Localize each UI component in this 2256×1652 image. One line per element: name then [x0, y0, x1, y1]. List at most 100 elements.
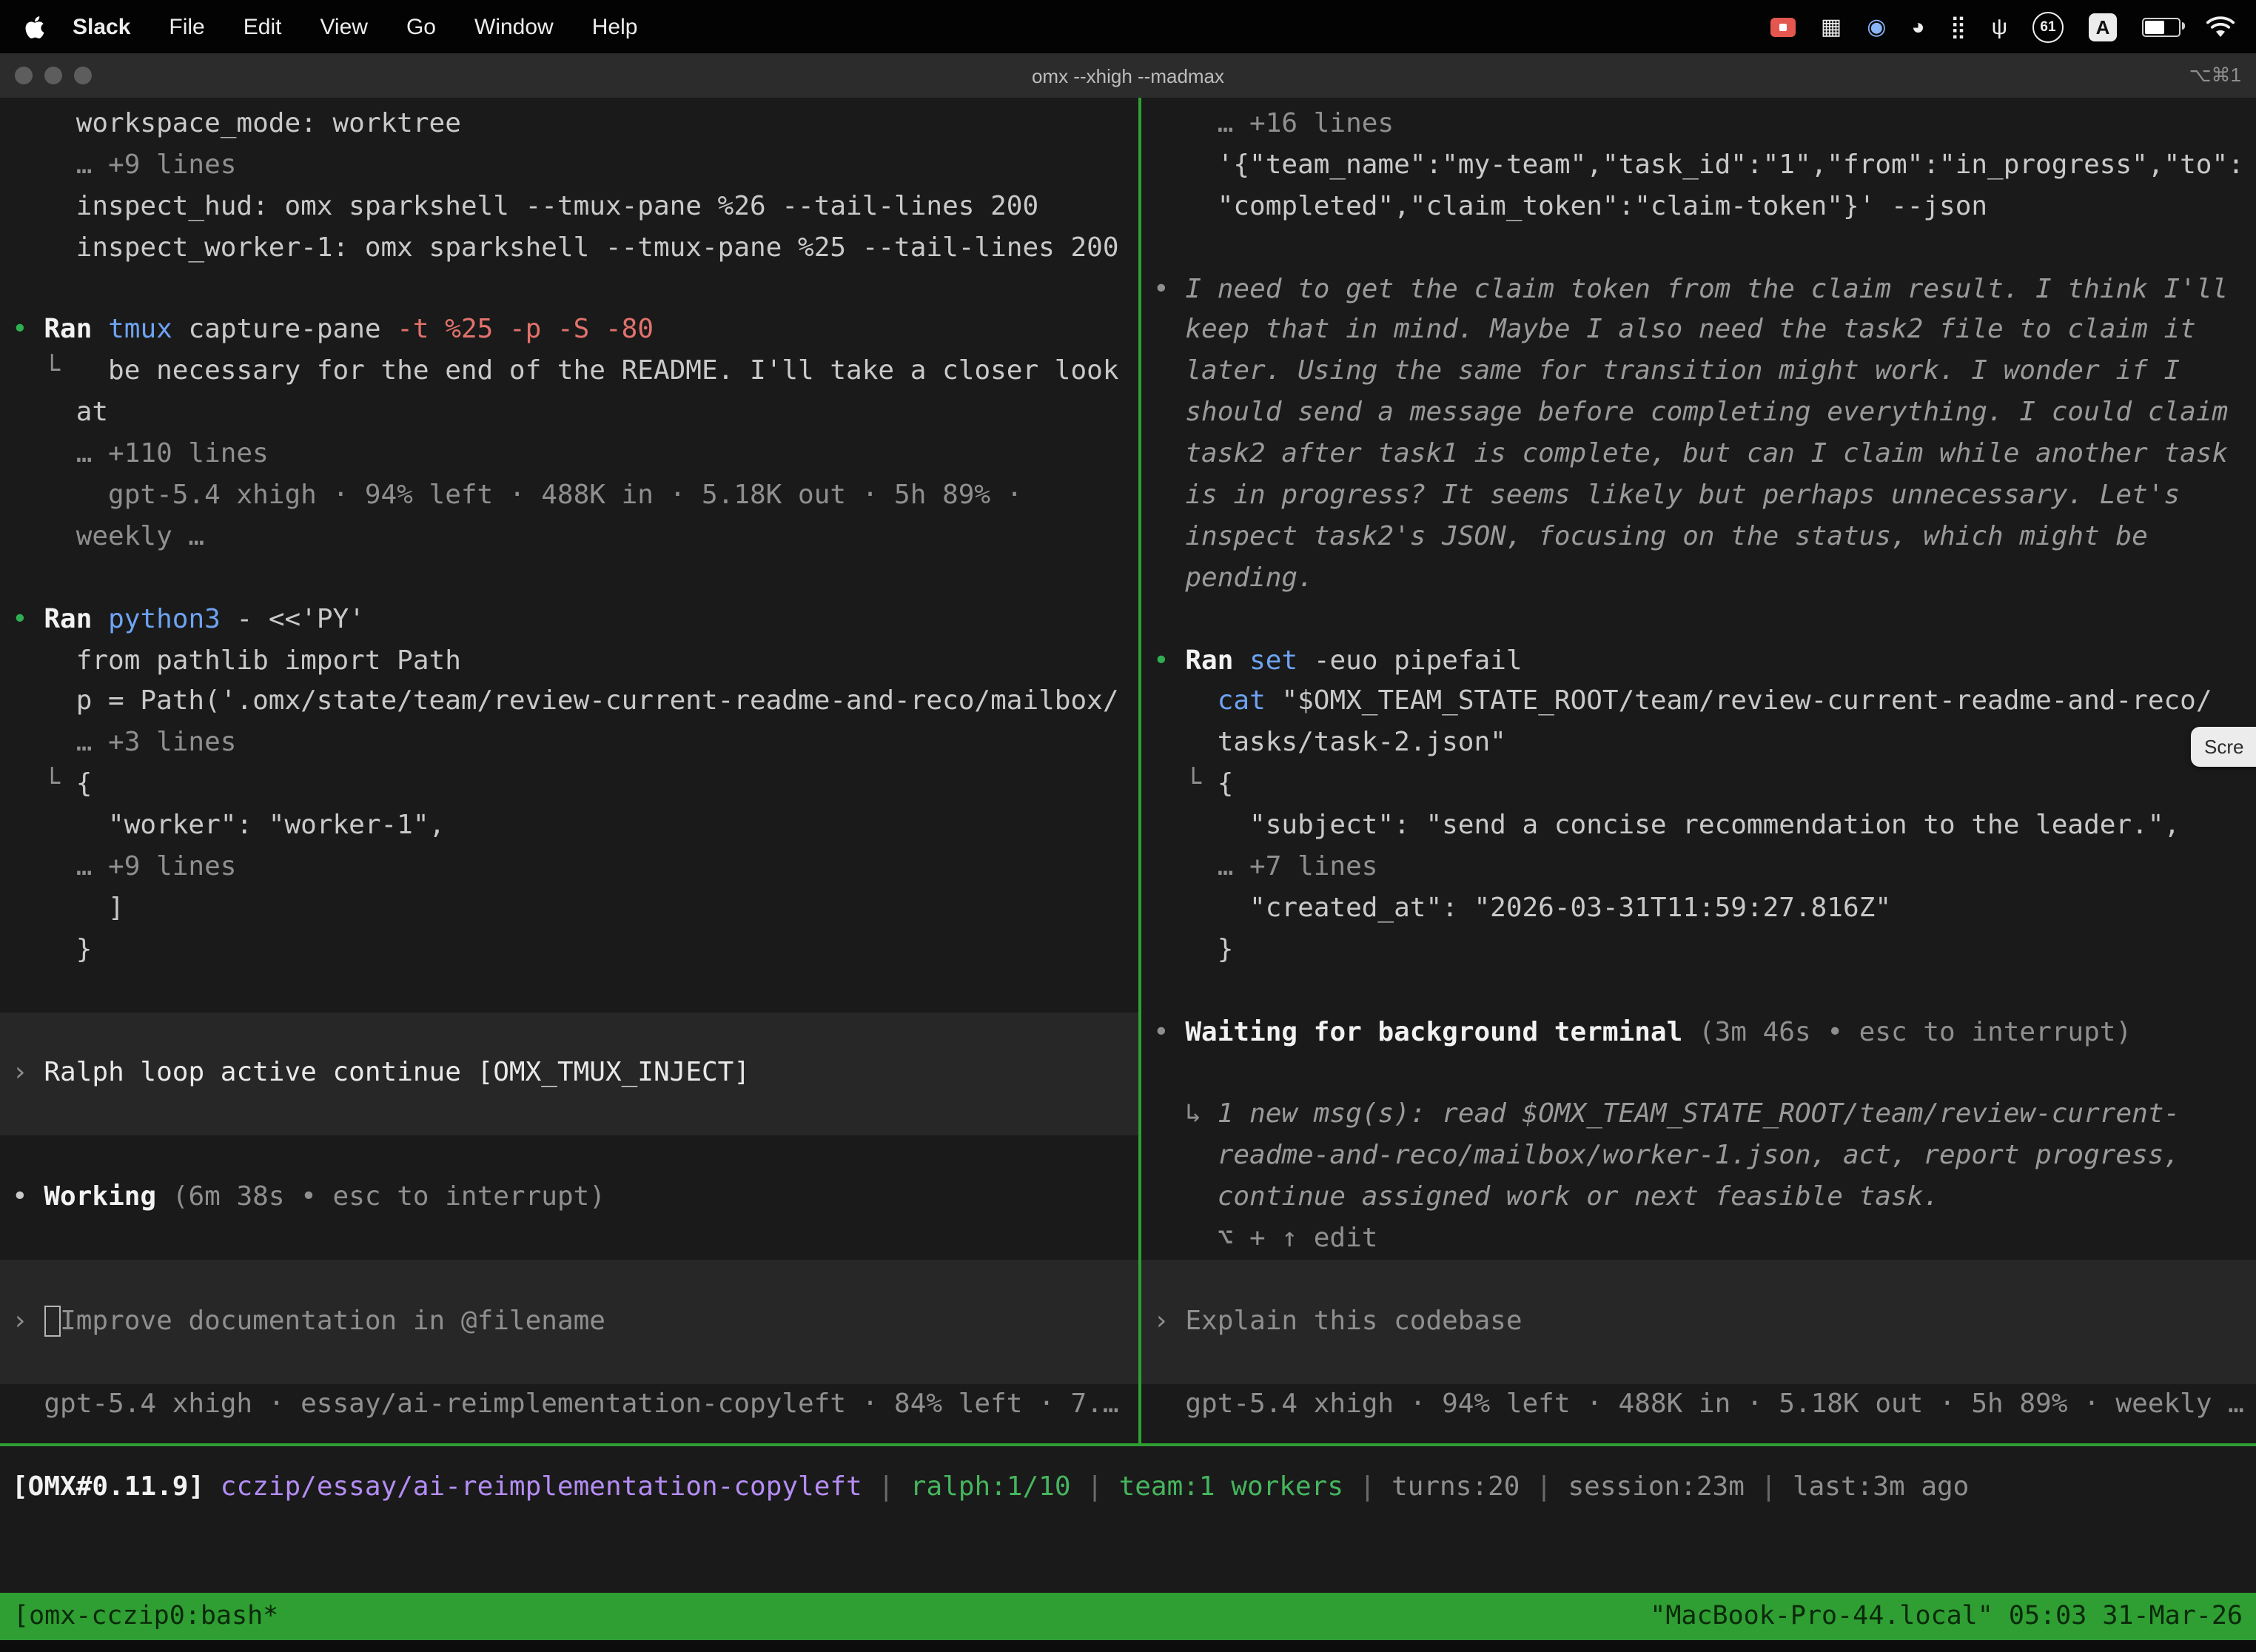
terminal-line: … +9 lines — [0, 847, 1138, 888]
tmux-host-clock: "MacBook-Pro-44.local" 05:03 31-Mar-26 — [1650, 1602, 2243, 1631]
terminal-line: inspect_worker-1: omx sparkshell --tmux-… — [0, 227, 1138, 269]
terminal-line[interactable] — [1141, 1342, 2256, 1383]
terminal-line: • Waiting for background terminal (3m 46… — [1141, 1012, 2256, 1053]
terminal-line: "worker": "worker-1", — [0, 805, 1138, 847]
tmux-session-label: [omx-cczip0:bash* — [13, 1602, 278, 1631]
menu-file[interactable]: File — [169, 14, 204, 39]
terminal-line: … +9 lines — [0, 145, 1138, 187]
menu-go[interactable]: Go — [406, 14, 436, 39]
terminal-line[interactable] — [0, 1342, 1138, 1383]
terminal-line: "completed","claim_token":"claim-token"}… — [1141, 187, 2256, 228]
terminal-line — [1141, 599, 2256, 640]
terminal-line[interactable] — [0, 1012, 1138, 1053]
traffic-lights — [15, 67, 92, 84]
terminal-line: keep that in mind. Maybe I also need the… — [1141, 310, 2256, 352]
minimize-button[interactable] — [44, 67, 62, 84]
battery-fill — [2145, 20, 2164, 33]
terminal-line: ↳ 1 new msg(s): read $OMX_TEAM_STATE_ROO… — [1141, 1095, 2256, 1136]
terminal-line: workspace_mode: worktree — [0, 104, 1138, 145]
terminal-line: from pathlib import Path — [0, 640, 1138, 682]
menu-bar-status-items: ▦ ◉ ◕ ⣿ ψ 61 A — [1770, 11, 2256, 42]
terminal-line: readme-and-reco/mailbox/worker-1.json, a… — [1141, 1136, 2256, 1178]
wifi-icon[interactable] — [2206, 16, 2235, 38]
terminal-line: └ be necessary for the end of the README… — [0, 352, 1138, 393]
terminal-line: at — [0, 392, 1138, 434]
terminal-line: • Working (6m 38s • esc to interrupt) — [0, 1177, 1138, 1218]
terminal-line: gpt-5.4 xhigh · essay/ai-reimplementatio… — [0, 1383, 1138, 1425]
terminal-content: workspace_mode: worktree … +9 lines insp… — [0, 98, 2256, 1443]
zoom-button[interactable] — [74, 67, 92, 84]
terminal-line: └ { — [1141, 765, 2256, 806]
screen-share-overlay[interactable]: Scre — [2191, 727, 2256, 767]
terminal-line — [0, 1218, 1138, 1260]
terminal-line[interactable] — [0, 1260, 1138, 1301]
terminal-line: pending. — [1141, 558, 2256, 600]
terminal-line: └ { — [0, 765, 1138, 806]
battery-icon[interactable] — [2142, 17, 2181, 36]
menu-edit[interactable]: Edit — [244, 14, 282, 39]
prompt-line[interactable]: › Ralph loop active continue [OMX_TMUX_I… — [0, 1053, 1138, 1095]
bottom-strip — [0, 1640, 2256, 1652]
terminal-line: continue assigned work or next feasible … — [1141, 1177, 2256, 1218]
terminal-line — [1141, 227, 2256, 269]
menu-window[interactable]: Window — [474, 14, 554, 39]
terminal-line: • Ran set -euo pipefail — [1141, 640, 2256, 682]
stand-icon[interactable]: ψ — [1992, 16, 2007, 38]
terminal-line: task2 after task1 is complete, but can I… — [1141, 434, 2256, 475]
terminal-line: } — [0, 930, 1138, 971]
terminal-line — [1141, 1053, 2256, 1095]
prompt-line[interactable]: › Improve documentation in @filename — [0, 1301, 1138, 1343]
terminal-line: later. Using the same for transition mig… — [1141, 352, 2256, 393]
terminal-line[interactable] — [1141, 1260, 2256, 1301]
terminal-line: … +3 lines — [0, 723, 1138, 765]
battery-percent-badge[interactable]: 61 — [2032, 11, 2064, 42]
terminal-line: inspect_hud: omx sparkshell --tmux-pane … — [0, 187, 1138, 228]
terminal-line: "subject": "send a concise recommendatio… — [1141, 805, 2256, 847]
record-dot — [1779, 23, 1787, 30]
dots-grid-icon[interactable]: ⣿ — [1950, 16, 1967, 38]
terminal-line: … +7 lines — [1141, 847, 2256, 888]
grid-icon[interactable]: ▦ — [1821, 16, 1842, 38]
terminal-line: should send a message before completing … — [1141, 392, 2256, 434]
right-pane[interactable]: … +16 lines '{"team_name":"my-team","tas… — [1141, 98, 2256, 1443]
window-title: omx --xhigh --madmax — [0, 64, 2256, 87]
screen-recording-indicator-icon[interactable] — [1770, 17, 1796, 36]
menu-help[interactable]: Help — [592, 14, 638, 39]
terminal-line: ⌥ + ↑ edit — [1141, 1218, 2256, 1260]
terminal-line: • Ran python3 - <<'PY' — [0, 599, 1138, 640]
orb-icon[interactable]: ◉ — [1867, 16, 1886, 38]
terminal-line — [0, 1136, 1138, 1178]
terminal-line: is in progress? It seems likely but perh… — [1141, 475, 2256, 517]
left-pane[interactable]: workspace_mode: worktree … +9 lines insp… — [0, 98, 1138, 1443]
active-app-name[interactable]: Slack — [73, 14, 130, 39]
pane-divider[interactable] — [1138, 98, 1141, 1443]
terminal-line: … +110 lines — [0, 434, 1138, 475]
terminal-line — [0, 970, 1138, 1012]
terminal-line: [OMX#0.11.9] cczip/essay/ai-reimplementa… — [0, 1467, 2256, 1508]
menu-view[interactable]: View — [320, 14, 368, 39]
menu-bar: Slack File Edit View Go Window Help ▦ ◉ … — [0, 0, 2256, 53]
terminal-line: '{"team_name":"my-team","task_id":"1","f… — [1141, 145, 2256, 187]
terminal-line: • I need to get the claim token from the… — [1141, 269, 2256, 310]
apple-menu-icon[interactable] — [24, 14, 46, 39]
terminal-line — [1141, 970, 2256, 1012]
hud-lines: [OMX#0.11.9] cczip/essay/ai-reimplementa… — [0, 1467, 2256, 1508]
terminal-line: tasks/task-2.json" — [1141, 723, 2256, 765]
terminal-line: ] — [0, 888, 1138, 930]
terminal-line: … +16 lines — [1141, 104, 2256, 145]
right-pane-lines: … +16 lines '{"team_name":"my-team","tas… — [1141, 104, 2256, 1425]
window-title-bar[interactable]: omx --xhigh --madmax ⌥⌘1 — [0, 53, 2256, 98]
terminal-line — [0, 269, 1138, 310]
terminal-line: • Ran tmux capture-pane -t %25 -p -S -80 — [0, 310, 1138, 352]
dial-icon[interactable]: ◕ — [1911, 16, 1924, 38]
terminal-line[interactable] — [0, 1095, 1138, 1136]
input-source-icon[interactable]: A — [2089, 13, 2117, 41]
terminal-line: cat "$OMX_TEAM_STATE_ROOT/team/review-cu… — [1141, 682, 2256, 723]
terminal-line: p = Path('.omx/state/team/review-current… — [0, 682, 1138, 723]
left-pane-lines: workspace_mode: worktree … +9 lines insp… — [0, 104, 1138, 1425]
prompt-line[interactable]: › Explain this codebase — [1141, 1301, 2256, 1343]
omx-status-pane: [OMX#0.11.9] cczip/essay/ai-reimplementa… — [0, 1446, 2256, 1593]
menu-bar-left: Slack File Edit View Go Window Help — [0, 14, 657, 39]
close-button[interactable] — [15, 67, 33, 84]
terminal-line: "created_at": "2026-03-31T11:59:27.816Z" — [1141, 888, 2256, 930]
